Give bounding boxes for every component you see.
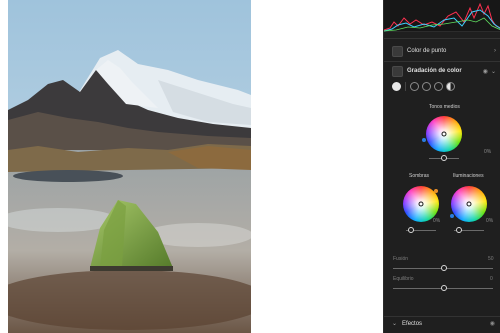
fusion-value: 50	[488, 256, 494, 262]
photo-image	[8, 0, 251, 333]
highlights-marker	[450, 214, 454, 218]
efectos-section[interactable]: ⌄ Efectos ◉	[384, 316, 500, 330]
histogram	[383, 0, 500, 32]
midtones-color-wheel[interactable]	[426, 116, 462, 152]
section-label: Gradación de color	[407, 68, 462, 74]
midtones-value: 0%	[484, 149, 492, 155]
gradacion-de-color-section[interactable]: Gradación de color ◉ ⌄	[384, 64, 500, 78]
shadows-label: Sombras	[409, 173, 430, 179]
shadows-mode-icon[interactable]	[410, 81, 419, 91]
chevron-down-icon[interactable]: ⌄	[392, 320, 397, 327]
color-picker-icon	[392, 45, 403, 57]
midtones-label: Tonos medios	[429, 104, 460, 110]
fusion-label: Fusión	[393, 256, 409, 262]
grading-mode-selector	[392, 80, 455, 92]
photo-editor: Color de punto › Gradación de color ◉ ⌄ …	[0, 0, 500, 333]
midtones-mode-icon[interactable]	[422, 81, 431, 91]
photo-canvas[interactable]	[8, 0, 251, 333]
fusion-slider-knob[interactable]	[441, 265, 447, 271]
wheel-handle[interactable]	[466, 201, 472, 207]
equilibrio-slider-knob[interactable]	[441, 285, 447, 291]
chevron-right-icon[interactable]: ›	[494, 48, 496, 54]
highlights-color-wheel[interactable]	[451, 186, 487, 222]
chevron-down-icon[interactable]: ⌄	[491, 68, 496, 75]
highlights-slider-knob[interactable]	[456, 227, 462, 233]
shadows-marker	[434, 189, 438, 193]
shadows-value: 0%	[433, 218, 441, 224]
adjustments-panel: Color de punto › Gradación de color ◉ ⌄ …	[383, 0, 500, 333]
shadows-slider-knob[interactable]	[408, 227, 414, 233]
three-wheels-mode-icon[interactable]	[392, 81, 401, 91]
section-label: Efectos	[402, 320, 423, 327]
highlights-label: Iluminaciones	[453, 173, 484, 179]
eye-icon[interactable]: ◉	[483, 68, 488, 75]
wheel-handle[interactable]	[418, 201, 424, 207]
wheel-handle[interactable]	[441, 131, 447, 137]
eye-icon[interactable]: ◉	[490, 320, 495, 327]
color-grading-icon	[392, 65, 403, 77]
midtones-slider-knob[interactable]	[441, 155, 447, 161]
midtones-marker	[422, 138, 426, 142]
global-mode-icon[interactable]	[446, 81, 455, 91]
equilibrio-label: Equilibrio	[393, 276, 414, 282]
equilibrio-value: 0	[490, 276, 493, 282]
highlights-mode-icon[interactable]	[434, 81, 443, 91]
section-label: Color de punto	[407, 48, 447, 54]
highlights-value: 0%	[486, 218, 494, 224]
color-de-punto-section[interactable]: Color de punto ›	[384, 44, 500, 58]
